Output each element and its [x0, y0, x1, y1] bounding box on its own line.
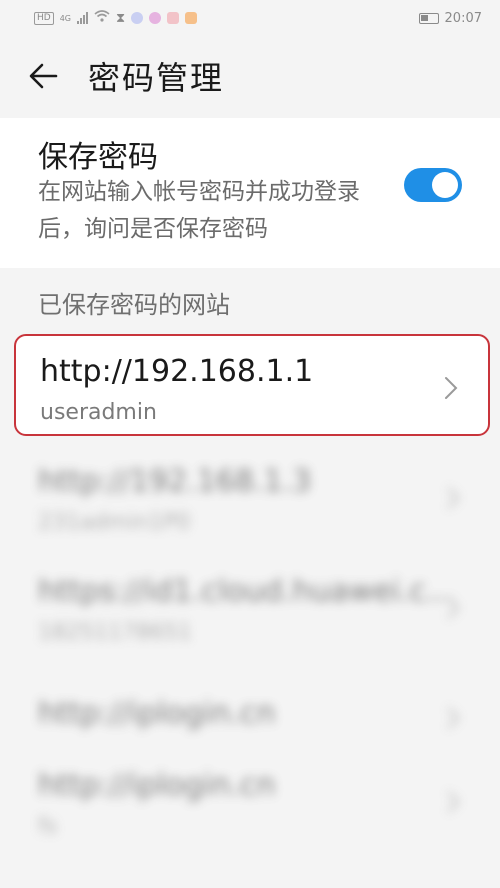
- site-row-highlighted[interactable]: http://192.168.1.1 useradmin: [14, 334, 490, 436]
- toggle-knob: [432, 172, 458, 198]
- save-password-toggle[interactable]: [404, 168, 462, 202]
- wifi-icon: [94, 10, 110, 26]
- clock: 20:07: [444, 10, 482, 26]
- site-username: 231admin1P0: [38, 510, 191, 535]
- battery-icon: [418, 12, 439, 24]
- site-url: http://iplogin.cn: [38, 696, 276, 731]
- signal-icon: [77, 12, 88, 24]
- title-bar: 密码管理: [0, 44, 500, 108]
- site-url: http://iplogin.cn: [38, 768, 276, 803]
- site-row[interactable]: http://192.168.1.3 231admin1P0: [14, 446, 490, 556]
- site-url: https://id1.cloud.huawei.c...: [38, 574, 455, 609]
- app-notify-icon: [149, 12, 162, 24]
- page-title: 密码管理: [88, 59, 225, 97]
- save-password-title: 保存密码: [38, 140, 158, 175]
- saved-sites-section-label: 已保存密码的网站: [38, 291, 230, 319]
- status-bar: HD 4G ⧗ 20:07: [0, 0, 500, 36]
- app-notify-icon: [185, 12, 198, 24]
- hourglass-icon: ⧗: [116, 10, 126, 26]
- status-left: HD 4G ⧗: [34, 10, 198, 26]
- chevron-right-icon: [447, 487, 460, 509]
- site-url: http://192.168.1.1: [40, 354, 314, 389]
- back-arrow-icon[interactable]: [26, 58, 62, 94]
- site-row[interactable]: https://id1.cloud.huawei.c... 1825117865…: [14, 556, 490, 666]
- site-row[interactable]: http://iplogin.cn fs: [14, 750, 490, 860]
- network-gen-label: 4G: [59, 13, 71, 23]
- save-password-description: 在网站输入帐号密码并成功登录后，询问是否保存密码: [38, 179, 360, 242]
- app-notify-icon: [131, 12, 144, 24]
- site-url: http://192.168.1.3: [38, 464, 312, 499]
- chevron-right-icon: [445, 377, 458, 399]
- site-username: useradmin: [40, 400, 157, 425]
- chevron-right-icon: [447, 791, 460, 813]
- chevron-right-icon: [447, 597, 460, 619]
- status-right: 20:07: [418, 10, 482, 26]
- site-username: 18251178651: [38, 620, 192, 645]
- chevron-right-icon: [447, 707, 460, 729]
- site-username: fs: [38, 814, 58, 839]
- hd-badge: HD: [34, 11, 54, 25]
- app-notify-icon: [167, 12, 180, 24]
